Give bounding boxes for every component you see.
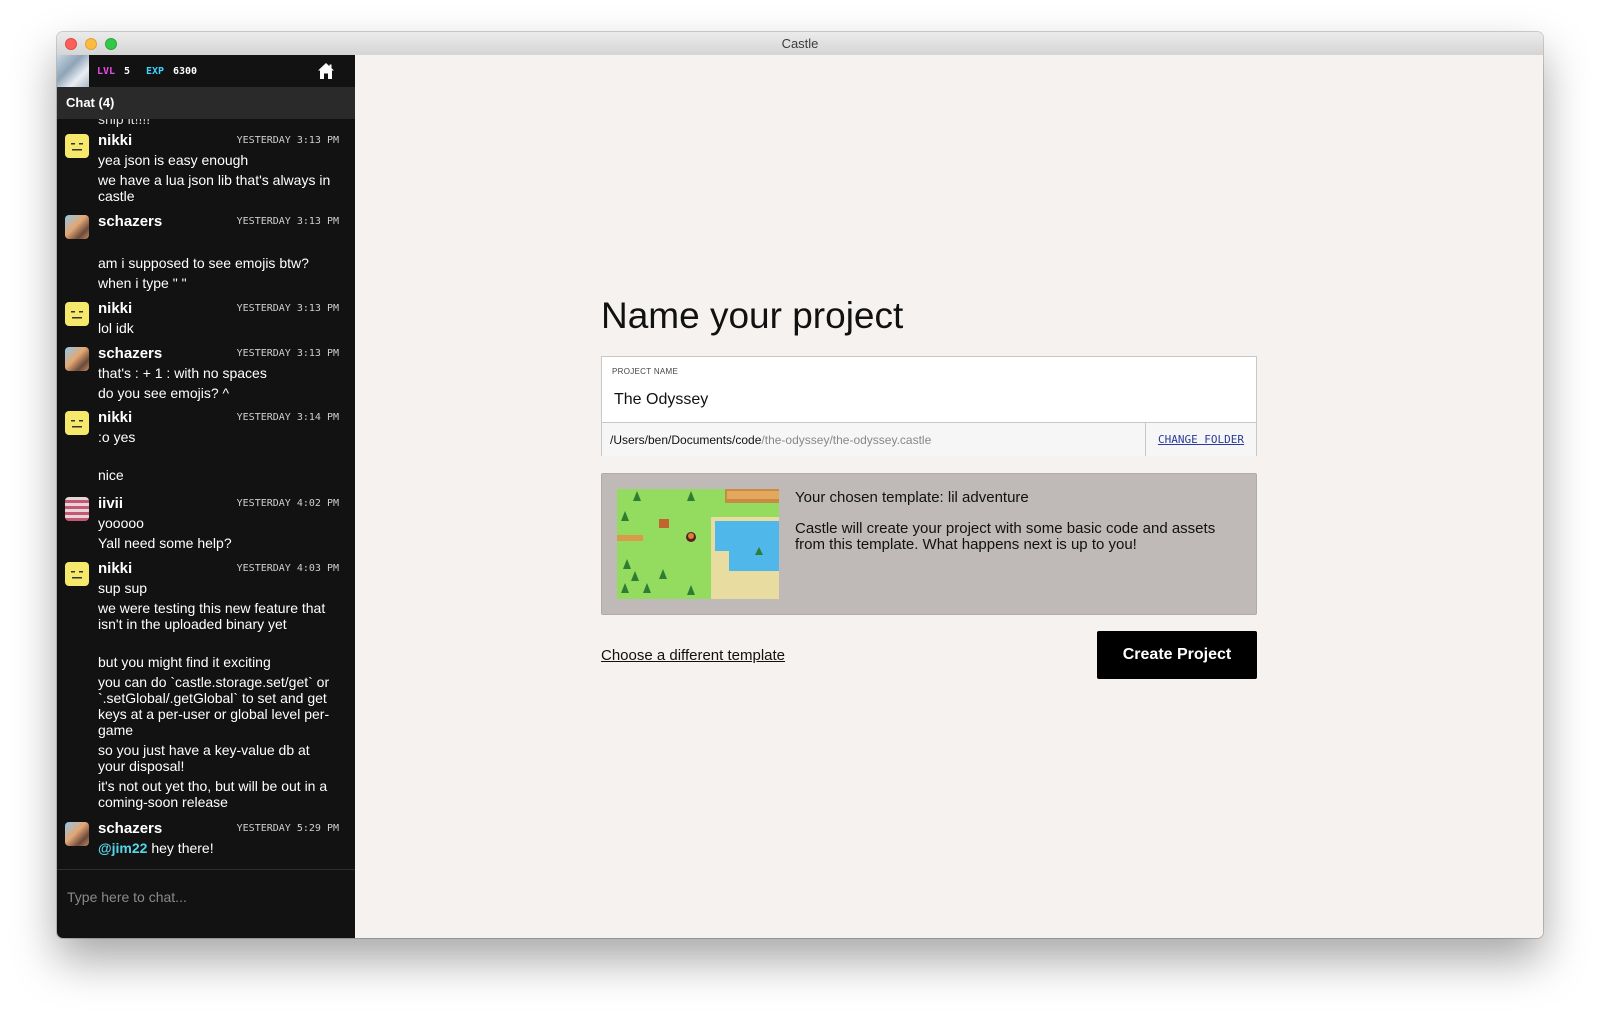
chat-messages[interactable]: ship it!!!! nikki YESTERDAY 3:13 PM yea … [57, 119, 355, 869]
page-title: Name your project [601, 295, 904, 336]
message-author[interactable]: iivii [98, 495, 123, 512]
exp-value: 6300 [173, 66, 198, 77]
user-mention[interactable]: @jim22 [98, 840, 147, 856]
avatar[interactable] [65, 134, 89, 158]
minimize-window-button[interactable] [85, 38, 97, 50]
window-title: Castle [781, 36, 819, 51]
avatar[interactable] [65, 215, 89, 239]
avatar[interactable] [65, 411, 89, 435]
message-author[interactable]: schazers [98, 345, 162, 362]
avatar[interactable] [65, 562, 89, 586]
message-text: am i supposed to see emojis btw? [98, 255, 309, 271]
message-text: sup sup [98, 580, 148, 596]
chat-header[interactable]: Chat (4) [57, 87, 355, 119]
message-text: yea json is easy enough [98, 152, 249, 168]
user-avatar[interactable] [57, 55, 89, 87]
chat-sidebar: LVL 5 EXP 6300 Chat (4) ship it!!!! nikk… [57, 55, 355, 938]
message-time: YESTERDAY 3:13 PM [236, 135, 339, 146]
message-text: we have a lua json lib that's always in … [98, 172, 331, 204]
app-window: Castle LVL 5 EXP 6300 Chat (4) ship it!!… [57, 32, 1543, 938]
map-preview-icon [617, 489, 779, 599]
avatar[interactable] [65, 347, 89, 371]
message-author[interactable]: nikki [98, 560, 132, 577]
choose-template-link[interactable]: Choose a different template [601, 647, 785, 664]
chat-input-area [57, 869, 355, 938]
message-time: YESTERDAY 3:14 PM [236, 412, 339, 423]
user-status-bar: LVL 5 EXP 6300 [57, 55, 355, 87]
avatar[interactable] [65, 497, 89, 521]
chat-input[interactable] [65, 884, 339, 910]
create-project-button[interactable]: Create Project [1097, 631, 1257, 679]
face-avatar-icon [71, 571, 83, 579]
project-path: /Users/ben/Documents/code/the-odyssey/th… [610, 433, 931, 447]
message-author[interactable]: schazers [98, 213, 162, 230]
message-text: :o yes [98, 429, 136, 445]
project-path-row: /Users/ben/Documents/code/the-odyssey/th… [602, 422, 1256, 456]
level-label: LVL [97, 66, 116, 77]
partial-message-line: ship it!!!! [98, 119, 151, 127]
message-time: YESTERDAY 4:02 PM [236, 498, 339, 509]
message-text: we were testing this new feature that is… [98, 600, 326, 632]
close-window-button[interactable] [65, 38, 77, 50]
message-text: you can do `castle.storage.set/get` or `… [98, 674, 330, 738]
message-time: YESTERDAY 4:03 PM [236, 563, 339, 574]
maximize-window-button[interactable] [105, 38, 117, 50]
face-avatar-icon [71, 143, 83, 151]
face-avatar-icon [71, 311, 83, 319]
level-value: 5 [124, 66, 131, 77]
project-name-label: PROJECT NAME [612, 367, 679, 376]
message-time: YESTERDAY 3:13 PM [236, 348, 339, 359]
message-text: hey there! [151, 840, 214, 856]
template-title: Your chosen template: lil adventure [795, 489, 1029, 506]
message-time: YESTERDAY 3:13 PM [236, 303, 339, 314]
message-text: do you see emojis? ^ [98, 385, 230, 401]
avatar[interactable] [65, 302, 89, 326]
template-description: Castle will create your project with som… [795, 520, 1216, 553]
avatar[interactable] [65, 822, 89, 846]
message-text: but you might find it exciting [98, 654, 271, 670]
message-text: Yall need some help? [98, 535, 232, 551]
message-text: lol idk [98, 320, 134, 336]
new-project-panel: Name your project PROJECT NAME /Users/be… [355, 55, 1543, 938]
message-text: so you just have a key-value db at your … [98, 742, 310, 774]
face-avatar-icon [71, 420, 83, 428]
message-text: when i type " " [98, 275, 187, 291]
message-author[interactable]: nikki [98, 409, 132, 426]
project-name-form: PROJECT NAME /Users/ben/Documents/code/t… [601, 356, 1257, 456]
template-card: Your chosen template: lil adventure Cast… [601, 473, 1257, 615]
message-time: YESTERDAY 3:13 PM [236, 216, 339, 227]
message-text: it's not out yet tho, but will be out in… [98, 778, 328, 810]
message-author[interactable]: nikki [98, 132, 132, 149]
project-path-directory: /Users/ben/Documents/code [610, 433, 762, 447]
change-folder-link[interactable]: CHANGE FOLDER [1145, 423, 1256, 456]
project-path-file: /the-odyssey/the-odyssey.castle [761, 433, 932, 447]
exp-label: EXP [146, 66, 165, 77]
message-author[interactable]: schazers [98, 820, 162, 837]
message-time: YESTERDAY 5:29 PM [236, 823, 339, 834]
title-bar: Castle [57, 32, 1543, 56]
message-text: nice [98, 467, 124, 483]
home-icon[interactable] [317, 62, 335, 80]
message-text: yooooo [98, 515, 144, 531]
project-name-input[interactable] [612, 387, 1236, 413]
message-text: that's : + 1 : with no spaces [98, 365, 267, 381]
message-author[interactable]: nikki [98, 300, 132, 317]
template-preview-image [617, 489, 779, 599]
